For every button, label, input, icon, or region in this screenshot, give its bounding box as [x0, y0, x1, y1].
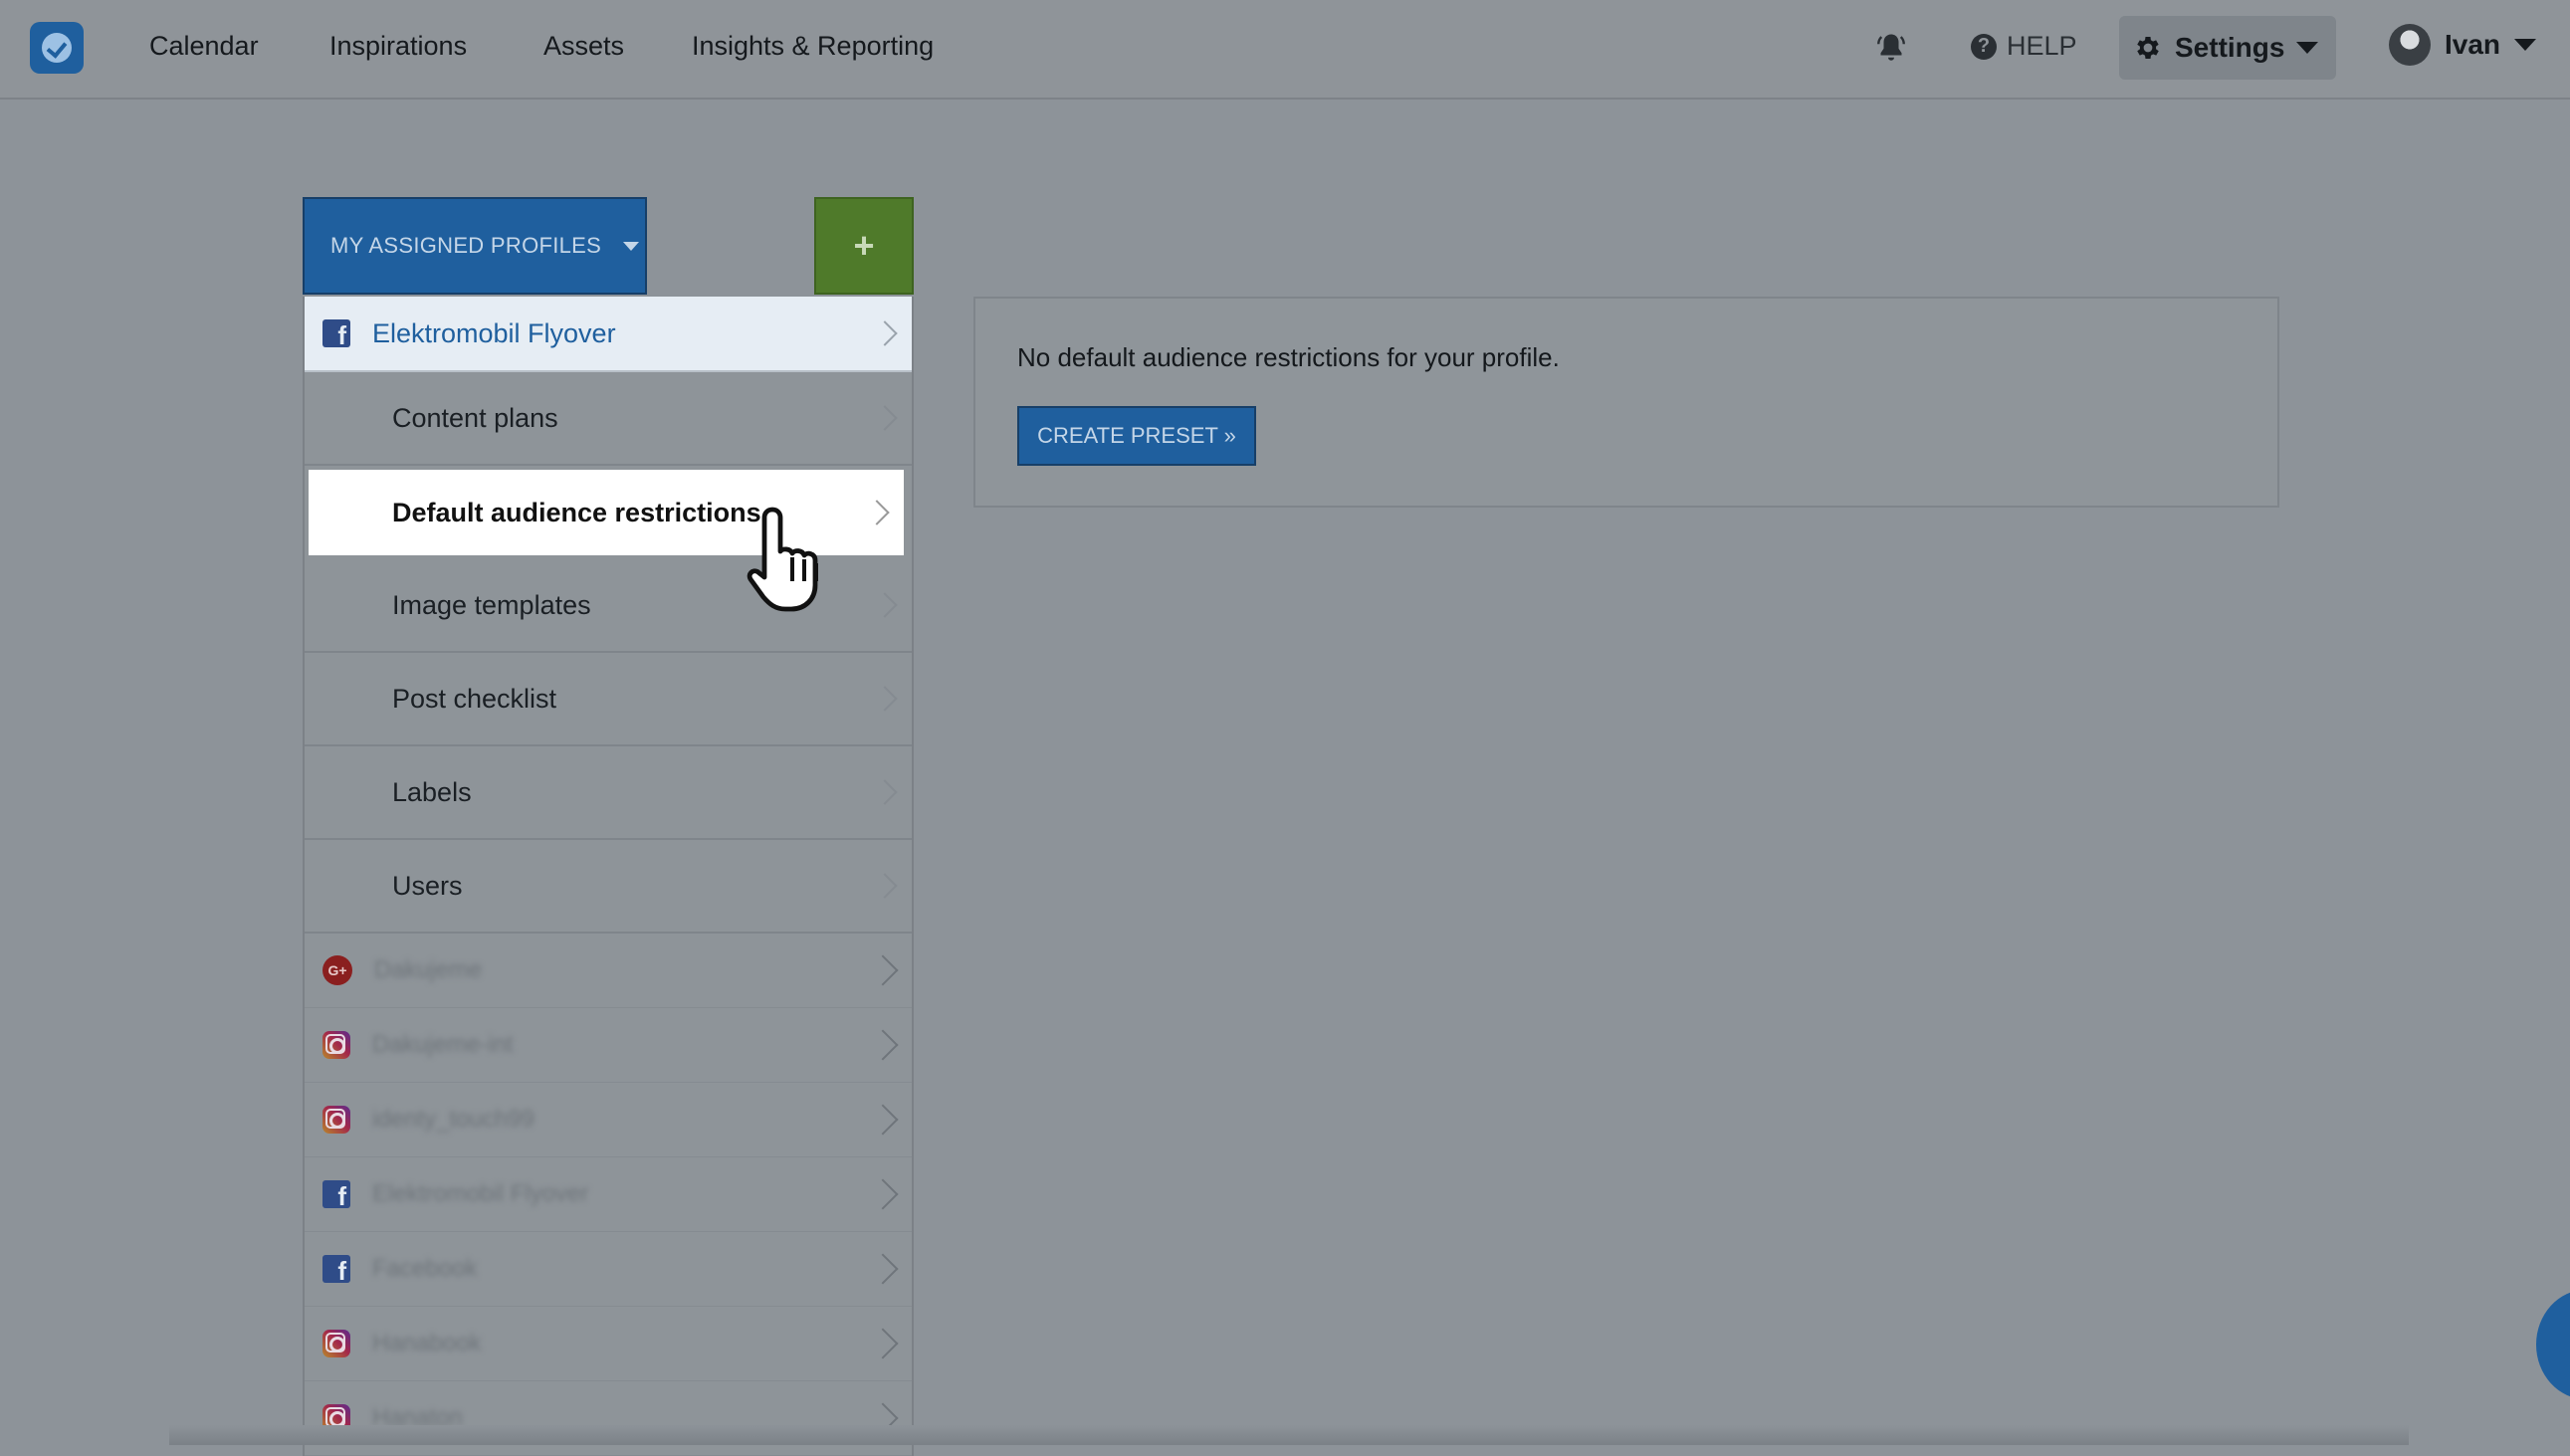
menu-item-label: Users	[392, 870, 463, 901]
chevron-right-icon	[872, 873, 898, 899]
chevron-right-icon	[872, 592, 898, 618]
empty-state-message: No default audience restrictions for you…	[1017, 342, 1560, 372]
avatar	[2389, 24, 2431, 66]
help-label: HELP	[2007, 31, 2077, 61]
gear-icon	[2137, 37, 2159, 59]
chevron-right-icon	[867, 1178, 899, 1210]
nav-insights-reporting[interactable]: Insights & Reporting	[692, 31, 934, 62]
menu-item-label: Default audience restrictions	[392, 497, 761, 527]
menu-item-labels[interactable]: Labels	[305, 746, 912, 840]
profile-item-name: Facebook	[372, 1255, 478, 1282]
chevron-right-icon	[872, 686, 898, 712]
chevron-right-icon	[867, 1328, 899, 1359]
menu-item-users[interactable]: Users	[305, 840, 912, 934]
facebook-icon	[322, 319, 350, 351]
profile-item-name: identy_touch99	[372, 1106, 535, 1133]
add-profile-button[interactable]: +	[814, 197, 914, 295]
logo-check-icon	[42, 33, 72, 63]
menu-item-label: Content plans	[392, 402, 558, 433]
chevron-right-icon	[872, 779, 898, 805]
profile-list: Elektromobil Flyover Content plans Defau…	[303, 297, 914, 1456]
chevron-down-icon	[623, 241, 640, 251]
top-navigation-bar: Calendar Inspirations Assets Insights & …	[0, 0, 2570, 100]
notifications-bell-icon[interactable]	[1873, 30, 1909, 66]
facebook-icon	[322, 1255, 350, 1287]
user-name: Ivan	[2445, 29, 2501, 60]
help-link[interactable]: ? HELP	[1971, 31, 2077, 62]
chat-launcher-button[interactable]	[2536, 1290, 2570, 1399]
selected-profile-header[interactable]: Elektromobil Flyover	[305, 297, 912, 372]
menu-item-label: Labels	[392, 776, 472, 807]
profiles-dropdown-label: MY ASSIGNED PROFILES	[330, 233, 602, 258]
settings-dropdown[interactable]: Settings	[2119, 16, 2336, 80]
my-assigned-profiles-dropdown[interactable]: MY ASSIGNED PROFILES	[303, 197, 647, 295]
profile-item[interactable]: Dakujeme-int	[305, 1008, 912, 1083]
chevron-down-icon	[2296, 42, 2319, 54]
chevron-right-icon	[867, 1253, 899, 1285]
bottom-edge	[169, 1425, 2409, 1445]
instagram-icon	[322, 1106, 350, 1134]
chevron-right-icon	[867, 1029, 899, 1061]
profile-item[interactable]: Facebook	[305, 1232, 912, 1307]
nav-calendar[interactable]: Calendar	[149, 31, 259, 62]
profile-item-name: Elektromobil Flyover	[372, 1180, 589, 1207]
user-menu[interactable]: Ivan	[2389, 24, 2537, 66]
menu-item-label: Post checklist	[392, 683, 557, 714]
chevron-right-icon	[872, 320, 898, 346]
chevron-right-icon	[864, 500, 890, 525]
instagram-icon	[322, 1031, 350, 1059]
profile-item-name: Dakujeme-int	[372, 1031, 514, 1058]
menu-item-content-plans[interactable]: Content plans	[305, 372, 912, 466]
hand-pointer-cursor-icon	[747, 507, 818, 612]
create-preset-button[interactable]: CREATE PRESET »	[1017, 406, 1256, 466]
google-plus-icon: G+	[322, 955, 352, 985]
profile-item-name: Dakujeme	[374, 956, 483, 983]
help-question-icon: ?	[1971, 33, 1997, 60]
audience-restrictions-panel: No default audience restrictions for you…	[973, 297, 2279, 508]
profile-item[interactable]: G+ Dakujeme	[305, 934, 912, 1008]
menu-item-post-checklist[interactable]: Post checklist	[305, 653, 912, 746]
chevron-down-icon	[2514, 39, 2537, 51]
instagram-icon	[322, 1330, 350, 1357]
profile-item[interactable]: Hanabook	[305, 1307, 912, 1381]
selected-profile-name: Elektromobil Flyover	[372, 317, 616, 348]
profile-item[interactable]: identy_touch99	[305, 1083, 912, 1157]
chevron-right-icon	[867, 954, 899, 986]
menu-item-label: Image templates	[392, 589, 591, 620]
app-logo[interactable]	[30, 22, 84, 74]
chevron-right-icon	[867, 1104, 899, 1136]
chevron-right-icon	[872, 405, 898, 431]
profile-item[interactable]: Elektromobil Flyover	[305, 1157, 912, 1232]
nav-inspirations[interactable]: Inspirations	[329, 31, 467, 62]
profile-item-name: Hanabook	[372, 1330, 482, 1356]
nav-assets[interactable]: Assets	[543, 31, 624, 62]
facebook-icon	[322, 1180, 350, 1212]
settings-label: Settings	[2175, 32, 2285, 63]
